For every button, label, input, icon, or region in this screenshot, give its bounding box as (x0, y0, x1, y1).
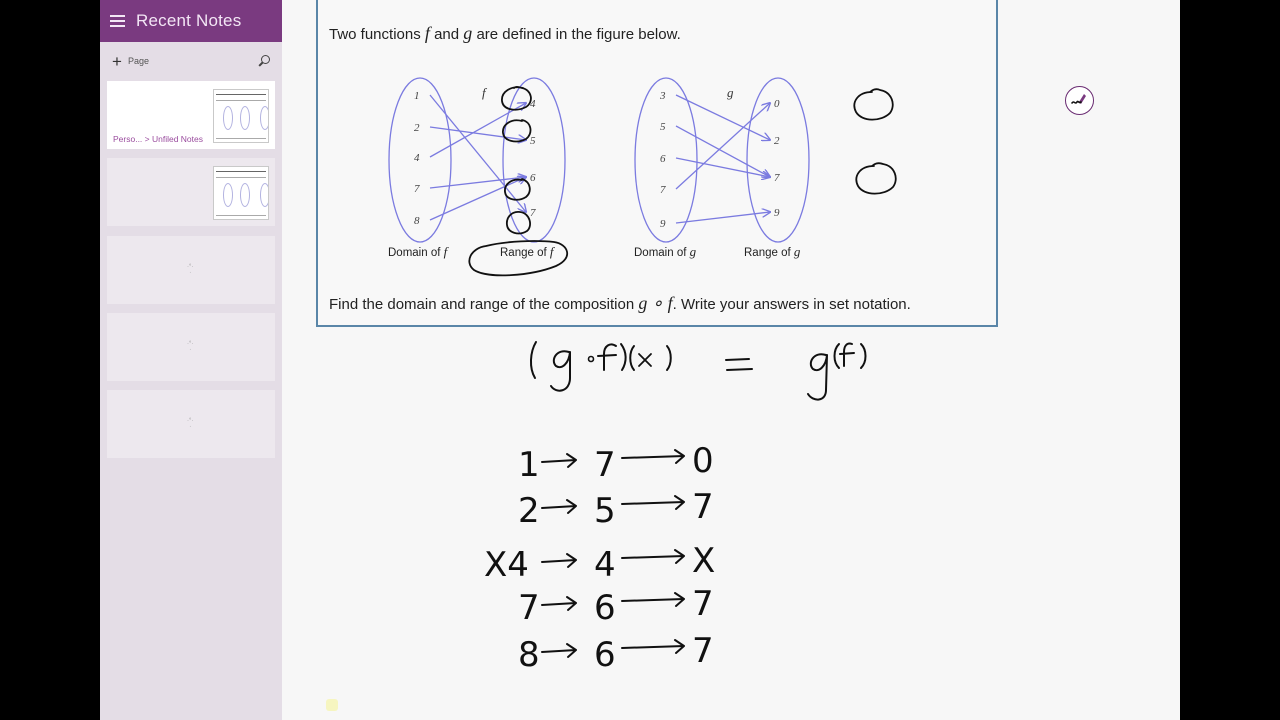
note-breadcrumb: Perso... > Unfiled Notes (113, 134, 204, 144)
note-thumbnail (213, 89, 269, 143)
row-fx-value: 4 (594, 545, 616, 585)
note-card[interactable]: ·°· · (107, 390, 275, 458)
row-arrow-g (621, 449, 685, 464)
add-page-button[interactable]: Page (128, 56, 258, 66)
pen-button[interactable] (1065, 86, 1094, 115)
row-arrow-g (621, 549, 685, 564)
row-gfx-value: 0 (692, 441, 714, 481)
loading-spinner-icon: ·°· · (187, 418, 194, 430)
row-gfx-value: 7 (692, 487, 714, 527)
note-card[interactable] (107, 158, 275, 226)
row-arrow-f (541, 643, 577, 658)
loading-spinner-icon: ·°· · (187, 264, 194, 276)
row-arrow-f (541, 453, 577, 468)
pen-icon (1071, 94, 1086, 104)
row-x-value: 7 (518, 588, 540, 628)
row-arrow-f (541, 553, 577, 568)
plus-icon[interactable]: + (112, 53, 122, 70)
row-fx-value: 5 (594, 491, 616, 531)
row-fx-value: 7 (594, 445, 616, 485)
hamburger-icon[interactable] (110, 15, 125, 27)
search-icon[interactable] (258, 55, 270, 67)
row-fx-value: 6 (594, 635, 616, 675)
row-fx-value: 6 (594, 588, 616, 628)
handwritten-mapping-rows: 1 7 02 5 7X4 4 X7 6 78 6 7 (484, 441, 715, 675)
ink-layer: 1 7 02 5 7X4 4 X7 6 78 6 7 (468, 85, 897, 675)
loading-spinner-icon: ·°· · (187, 341, 194, 353)
row-gfx-value: 7 (692, 631, 714, 671)
row-x-value: X4 (484, 545, 529, 585)
ink-circles-f (468, 85, 568, 277)
note-card[interactable]: ·°· · (107, 236, 275, 304)
row-arrow-f (541, 499, 577, 514)
sidebar-header: Recent Notes (100, 0, 282, 42)
sidebar-toolbar: + Page (100, 42, 282, 80)
row-arrow-f (541, 596, 577, 611)
row-x-value: 1 (518, 445, 540, 485)
row-gfx-value: X (692, 541, 715, 581)
sidebar-title: Recent Notes (136, 11, 242, 30)
note-page-canvas[interactable]: Two functions f and g are defined in the… (286, 0, 1180, 720)
note-card[interactable]: ·°· · (107, 313, 275, 381)
recent-notes-sidebar: Recent Notes + Page Perso... > Unfiled N… (100, 0, 282, 720)
ink-circles-g (853, 88, 897, 195)
row-arrow-g (621, 495, 685, 510)
row-x-value: 8 (518, 635, 540, 675)
row-gfx-value: 7 (692, 584, 714, 624)
row-arrow-g (621, 592, 685, 607)
note-thumbnail (213, 166, 269, 220)
row-x-value: 2 (518, 491, 540, 531)
note-card[interactable]: Perso... > Unfiled Notes (107, 81, 275, 149)
highlighter-mark (326, 699, 338, 711)
onenote-window: Recent Notes + Page Perso... > Unfiled N… (100, 0, 1180, 720)
row-arrow-g (621, 639, 685, 654)
handwritten-equation (530, 341, 867, 401)
